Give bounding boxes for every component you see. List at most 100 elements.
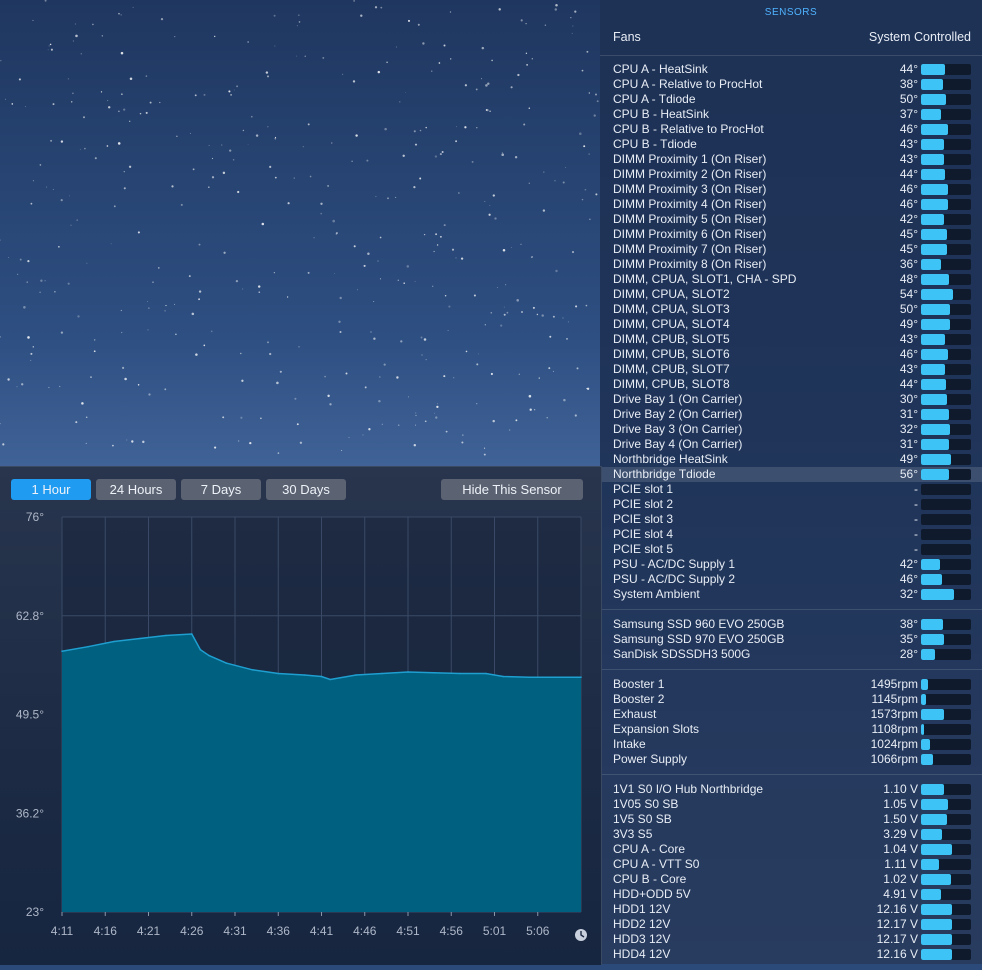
voltage-sensor-row[interactable]: HDD1 12V 12.16 V (613, 902, 971, 917)
temperature-sensor-row[interactable]: Drive Bay 3 (On Carrier) 32° (613, 422, 971, 437)
temperature-sensor-row[interactable]: DIMM, CPUB, SLOT7 43° (613, 362, 971, 377)
temperature-sensor-row[interactable]: Drive Bay 2 (On Carrier) 31° (613, 407, 971, 422)
temperature-sensor-row[interactable]: PSU - AC/DC Supply 1 42° (613, 557, 971, 572)
temperature-sensor-row[interactable]: CPU B - Tdiode 43° (613, 137, 971, 152)
drive-sensor-row[interactable]: Samsung SSD 970 EVO 250GB 35° (613, 632, 971, 647)
sensor-level-fill (921, 259, 941, 270)
range-24-hours-button[interactable]: 24 Hours (96, 479, 176, 500)
temperature-sensor-row[interactable]: DIMM, CPUB, SLOT8 44° (613, 377, 971, 392)
temperature-sensor-row[interactable]: DIMM, CPUA, SLOT3 50° (613, 302, 971, 317)
temperature-sensor-row[interactable]: CPU A - HeatSink 44° (613, 62, 971, 77)
temperature-sensor-row[interactable]: DIMM Proximity 3 (On Riser) 46° (613, 182, 971, 197)
sensor-name: Drive Bay 1 (On Carrier) (613, 392, 743, 406)
sensor-level-fill (921, 679, 928, 690)
drive-sensor-row[interactable]: SanDisk SDSSDH3 500G 28° (613, 647, 971, 662)
temperature-sensor-row[interactable]: Northbridge HeatSink 49° (613, 452, 971, 467)
sensor-level-fill (921, 229, 947, 240)
temperature-sensor-row[interactable]: Northbridge Tdiode 56° (600, 467, 982, 482)
sensor-value: 49° (899, 317, 918, 331)
temperature-sensor-row[interactable]: PCIE slot 3 - (613, 512, 971, 527)
data-point (251, 669, 254, 671)
sensor-level-bar (921, 274, 971, 285)
fans-mode-value[interactable]: System Controlled (869, 30, 971, 44)
sensor-value: 48° (899, 272, 918, 286)
sensor-level-bar (921, 229, 971, 240)
temperature-sensor-row[interactable]: System Ambient 32° (613, 587, 971, 602)
temperature-sensor-row[interactable]: DIMM, CPUA, SLOT1, CHA - SPD 48° (613, 272, 971, 287)
voltage-sensor-row[interactable]: 1V1 S0 I/O Hub Northbridge 1.10 V (613, 782, 971, 797)
temperature-sensor-row[interactable]: DIMM Proximity 2 (On Riser) 44° (613, 167, 971, 182)
voltage-sensor-row[interactable]: HDD4 12V 12.16 V (613, 947, 971, 962)
fan-sensor-row[interactable]: Booster 1 1495rpm (613, 677, 971, 692)
temperature-sensor-row[interactable]: DIMM Proximity 1 (On Riser) 43° (613, 152, 971, 167)
range-7-days-button[interactable]: 7 Days (181, 479, 261, 500)
temperature-sensor-row[interactable]: CPU B - Relative to ProcHot 46° (613, 122, 971, 137)
voltage-sensor-row[interactable]: CPU B - Core 1.02 V (613, 872, 971, 887)
data-point (113, 640, 115, 643)
sensor-value: 56° (899, 467, 918, 481)
temperature-sensor-row[interactable]: DIMM, CPUB, SLOT5 43° (613, 332, 971, 347)
voltage-sensor-row[interactable]: 1V05 S0 SB 1.05 V (613, 797, 971, 812)
range-1-hour-button[interactable]: 1 Hour (11, 479, 91, 500)
fan-sensor-row[interactable]: Expansion Slots 1108rpm (613, 722, 971, 737)
sensor-level-fill (921, 334, 945, 345)
voltage-sensor-row[interactable]: CPU A - VTT S0 1.11 V (613, 857, 971, 872)
hide-sensor-button[interactable]: Hide This Sensor (441, 479, 583, 500)
y-tick-label: 49.5° (16, 708, 44, 722)
temperature-chart: 76° 62.8° 49.5° 36.2° 23° 4:11 4:16 4:21 4:26 4:3… (0, 507, 601, 965)
fan-sensor-row[interactable]: Booster 2 1145rpm (613, 692, 971, 707)
fan-sensor-row[interactable]: Exhaust 1573rpm (613, 707, 971, 722)
voltage-sensor-row[interactable]: 3V3 S5 3.29 V (613, 827, 971, 842)
voltage-sensor-row[interactable]: HDD2 12V 12.17 V (613, 917, 971, 932)
sensor-level-fill (921, 904, 952, 915)
sensor-level-fill (921, 409, 949, 420)
drive-sensor-row[interactable]: Samsung SSD 960 EVO 250GB 38° (613, 617, 971, 632)
sensor-level-bar (921, 784, 971, 795)
voltage-sensor-row[interactable]: HDD3 12V 12.17 V (613, 932, 971, 947)
temperature-sensor-row[interactable]: DIMM, CPUB, SLOT6 46° (613, 347, 971, 362)
sensor-level-bar (921, 649, 971, 660)
chart-svg: 76° 62.8° 49.5° 36.2° 23° 4:11 4:16 4:21 4:26 4:3… (16, 510, 587, 941)
temperature-sensor-row[interactable]: CPU A - Relative to ProcHot 38° (613, 77, 971, 92)
sensor-level-bar (921, 859, 971, 870)
temperature-sensor-row[interactable]: DIMM, CPUA, SLOT2 54° (613, 287, 971, 302)
sensor-value: 46° (899, 572, 918, 586)
temperature-sensor-row[interactable]: DIMM Proximity 6 (On Riser) 45° (613, 227, 971, 242)
data-point (208, 654, 210, 657)
sensor-value: 43° (899, 137, 918, 151)
temperature-sensor-row[interactable]: Drive Bay 1 (On Carrier) 30° (613, 392, 971, 407)
sensor-level-bar (921, 469, 971, 480)
temperature-sensor-row[interactable]: PCIE slot 5 - (613, 542, 971, 557)
sensor-level-bar (921, 724, 971, 735)
sensor-level-fill (921, 199, 948, 210)
sensor-name: CPU A - Relative to ProcHot (613, 77, 763, 91)
temperature-sensor-row[interactable]: DIMM Proximity 4 (On Riser) 46° (613, 197, 971, 212)
temperature-sensor-row[interactable]: PCIE slot 2 - (613, 497, 971, 512)
voltage-sensor-row[interactable]: CPU A - Core 1.04 V (613, 842, 971, 857)
temperature-sensor-row[interactable]: PSU - AC/DC Supply 2 46° (613, 572, 971, 587)
voltage-sensor-row[interactable]: HDD+ODD 5V 4.91 V (613, 887, 971, 902)
sensor-level-bar (921, 424, 971, 435)
clock-icon[interactable] (575, 929, 587, 941)
voltage-sensor-row[interactable]: 1V5 S0 SB 1.50 V (613, 812, 971, 827)
sensor-level-bar (921, 934, 971, 945)
fan-sensor-row[interactable]: Power Supply 1066rpm (613, 752, 971, 767)
temperature-sensor-row[interactable]: DIMM Proximity 8 (On Riser) 36° (613, 257, 971, 272)
fan-sensor-row[interactable]: Intake 1024rpm (613, 737, 971, 752)
sensor-level-fill (921, 784, 944, 795)
sensor-level-fill (921, 454, 951, 465)
sensor-level-fill (921, 589, 954, 600)
sensor-name: CPU A - HeatSink (613, 62, 708, 76)
sensor-name: DIMM, CPUB, SLOT8 (613, 377, 730, 391)
temperature-sensor-row[interactable]: CPU A - Tdiode 50° (613, 92, 971, 107)
temperature-sensor-row[interactable]: DIMM, CPUA, SLOT4 49° (613, 317, 971, 332)
range-30-days-button[interactable]: 30 Days (266, 479, 346, 500)
temperature-sensor-row[interactable]: DIMM Proximity 7 (On Riser) 45° (613, 242, 971, 257)
temperature-sensor-row[interactable]: DIMM Proximity 5 (On Riser) 42° (613, 212, 971, 227)
temperature-sensor-row[interactable]: Drive Bay 4 (On Carrier) 31° (613, 437, 971, 452)
temperature-sensor-row[interactable]: PCIE slot 4 - (613, 527, 971, 542)
sensor-level-bar (921, 919, 971, 930)
temperature-sensor-row[interactable]: PCIE slot 1 - (613, 482, 971, 497)
temperature-sensor-row[interactable]: CPU B - HeatSink 37° (613, 107, 971, 122)
sensor-level-fill (921, 169, 945, 180)
